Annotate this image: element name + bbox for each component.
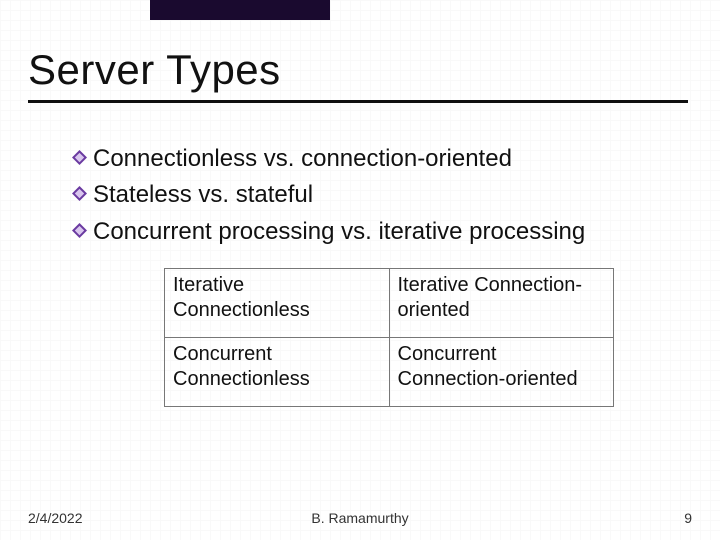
slide-title: Server Types (28, 46, 692, 94)
server-type-table: Iterative Connectionless Iterative Conne… (164, 268, 614, 407)
bullet-item: Concurrent processing vs. iterative proc… (72, 216, 684, 248)
title-underline (28, 100, 688, 103)
diamond-bullet-icon (72, 150, 87, 165)
table-row: Iterative Connectionless Iterative Conne… (165, 269, 614, 338)
footer-author: B. Ramamurthy (0, 510, 720, 526)
table: Iterative Connectionless Iterative Conne… (164, 268, 614, 407)
bullet-text: Concurrent processing vs. iterative proc… (93, 216, 585, 248)
title-block: Server Types (28, 0, 692, 109)
table-cell: Iterative Connection-oriented (389, 269, 614, 338)
table-cell: Concurrent Connectionless (165, 338, 390, 407)
table-row: Concurrent Connectionless Concurrent Con… (165, 338, 614, 407)
diamond-bullet-icon (72, 223, 87, 238)
bullet-item: Stateless vs. stateful (72, 179, 684, 211)
footer-date: 2/4/2022 (28, 510, 83, 526)
accent-bar (150, 0, 330, 20)
footer-page-number: 9 (684, 510, 692, 526)
bullet-text: Connectionless vs. connection-oriented (93, 143, 512, 175)
body: Connectionless vs. connection-oriented S… (28, 109, 692, 407)
diamond-bullet-icon (72, 186, 87, 201)
footer: 2/4/2022 B. Ramamurthy 9 (0, 510, 720, 526)
table-cell: Concurrent Connection-oriented (389, 338, 614, 407)
table-cell: Iterative Connectionless (165, 269, 390, 338)
slide: Server Types Connectionless vs. connecti… (0, 0, 720, 540)
bullet-text: Stateless vs. stateful (93, 179, 313, 211)
bullet-item: Connectionless vs. connection-oriented (72, 143, 684, 175)
